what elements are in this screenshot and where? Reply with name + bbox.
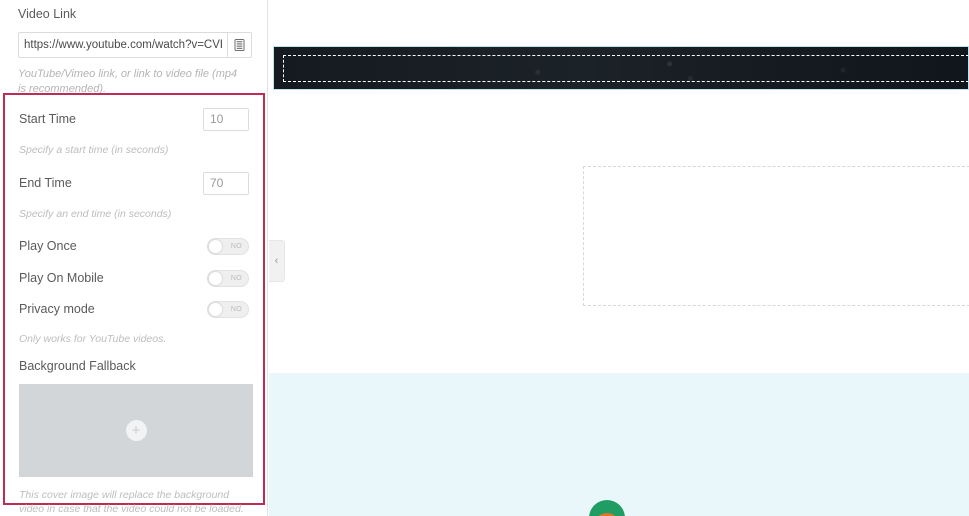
- end-time-help: Specify an end time (in seconds): [19, 208, 172, 220]
- background-fallback-dropzone[interactable]: +: [19, 384, 253, 477]
- highlighted-settings-box: Start Time Specify a start time (in seco…: [3, 93, 265, 515]
- play-once-label: Play Once: [19, 239, 77, 253]
- page-preview-canvas: [269, 0, 969, 516]
- plus-icon: +: [125, 420, 147, 441]
- end-time-input[interactable]: [203, 171, 249, 195]
- background-fallback-help: This cover image will replace the backgr…: [19, 489, 244, 515]
- background-video-section[interactable]: [273, 46, 969, 90]
- toggle-knob: [209, 271, 222, 285]
- video-link-group: Video Link YouTube/Vimeo link, or link t…: [18, 6, 252, 97]
- video-link-input[interactable]: [18, 32, 227, 58]
- background-fallback-label: Background Fallback: [19, 359, 136, 373]
- end-time-label: End Time: [19, 176, 72, 190]
- play-on-mobile-toggle-state: NO: [230, 274, 242, 282]
- library-list-icon: [234, 39, 245, 51]
- play-once-toggle[interactable]: NO: [207, 237, 249, 255]
- toggle-knob: [209, 239, 222, 253]
- chevron-left-icon: ‹: [274, 255, 279, 267]
- play-on-mobile-label: Play On Mobile: [19, 271, 104, 285]
- privacy-mode-help: Only works for YouTube videos.: [19, 333, 167, 345]
- play-once-row: Play Once NO: [19, 234, 249, 258]
- start-time-label: Start Time: [19, 112, 76, 126]
- library-list-icon-button[interactable]: [227, 32, 252, 58]
- play-once-toggle-state: NO: [230, 242, 242, 250]
- app-root: Video Link YouTube/Vimeo link, or link t…: [0, 0, 969, 516]
- privacy-mode-label: Privacy mode: [19, 302, 95, 316]
- video-link-label: Video Link: [18, 7, 77, 21]
- privacy-mode-toggle[interactable]: NO: [207, 300, 249, 318]
- privacy-mode-toggle-state: NO: [230, 305, 242, 313]
- end-time-row: End Time: [19, 171, 249, 195]
- play-on-mobile-toggle[interactable]: NO: [207, 269, 249, 287]
- empty-content-block[interactable]: [583, 166, 969, 306]
- start-time-input[interactable]: [203, 107, 249, 131]
- play-on-mobile-row: Play On Mobile NO: [19, 266, 249, 290]
- selection-outline: [283, 55, 968, 82]
- pale-blue-section: [269, 373, 969, 516]
- start-time-row: Start Time: [19, 107, 249, 131]
- panel-collapse-handle[interactable]: ‹: [269, 240, 285, 282]
- video-settings-panel: Video Link YouTube/Vimeo link, or link t…: [0, 0, 268, 516]
- video-link-row: [18, 32, 252, 58]
- start-time-help: Specify a start time (in seconds): [19, 144, 169, 156]
- privacy-mode-row: Privacy mode NO: [19, 297, 249, 321]
- toggle-knob: [209, 302, 222, 316]
